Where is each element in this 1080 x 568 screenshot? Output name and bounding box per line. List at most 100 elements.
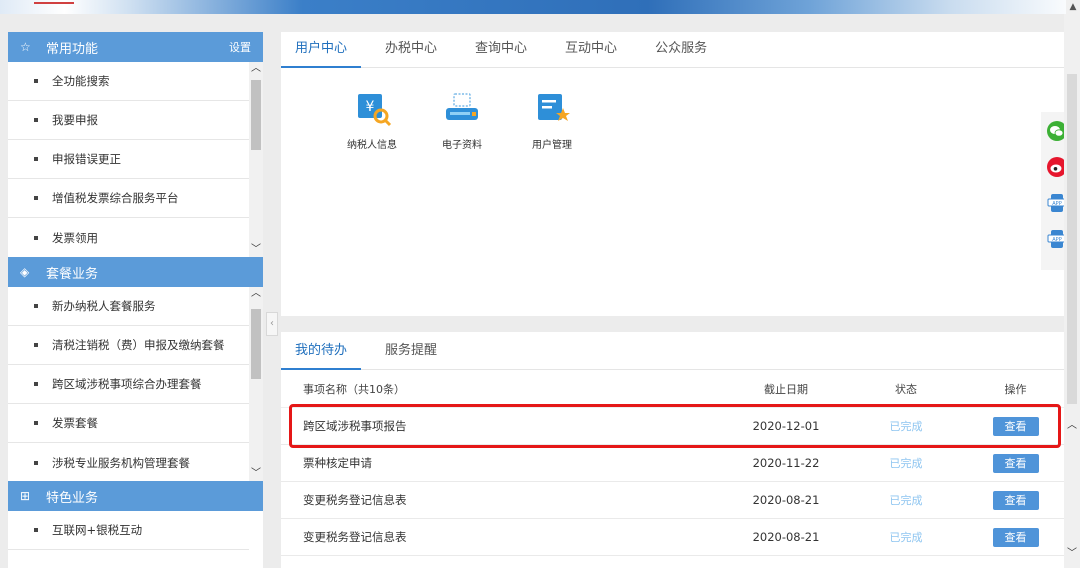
svg-text:¥: ¥ [366,99,375,115]
main-tabs: 用户中心 办税中心 查询中心 互动中心 公众服务 [281,32,1070,68]
row-name: 跨区域涉税事项报告 [303,419,407,433]
status-badge: 已完成 [889,494,923,507]
column-header-op: 操作 [1004,382,1027,396]
sidebar-item[interactable]: 清税注销税（费）申报及缴纳套餐 [8,326,249,365]
sidebar-group-package[interactable]: ◈ 套餐业务 [8,257,263,287]
star-icon: ☆ [20,40,31,54]
view-button[interactable]: 查看 [992,527,1039,547]
app-user-management[interactable]: 用户管理 [507,86,597,151]
settings-link[interactable]: 设置 [229,39,251,55]
sidebar-item-label: 申报错误更正 [52,152,121,166]
bullet-icon [34,460,38,465]
sidebar-item[interactable]: 增值税发票综合服务平台 [8,179,249,218]
tab-my-todo[interactable]: 我的待办 [281,332,362,370]
sidebar-item-label: 增值税发票综合服务平台 [52,191,179,205]
row-op: 查看 [961,527,1070,547]
bullet-icon [34,118,38,122]
sidebar-item[interactable]: 全功能搜索 [8,62,249,101]
sidebar-group-common[interactable]: ☆ 常用功能 设置 [8,32,263,62]
bullet-icon [34,79,38,83]
top-banner: ▲ [0,0,1080,14]
view-button[interactable]: 查看 [992,416,1039,436]
table-row[interactable]: 变更税务登记信息表 2020-08-21 已完成 查看 [281,519,1070,556]
view-button[interactable]: 查看 [992,453,1039,473]
sidebar-item[interactable]: 申报错误更正 [8,140,249,179]
sidebar-item[interactable]: 发票套餐 [8,404,249,443]
scrollbar-thumb[interactable] [1067,74,1077,404]
sidebar-collapse-button[interactable]: ‹ [266,312,278,336]
row-op: 查看 [961,416,1070,436]
sidebar-group-title: 特色业务 [46,490,99,506]
sidebar-item[interactable]: 我要申报 [8,101,249,140]
table-row[interactable]: 票种核定申请 2020-11-22 已完成 查看 [281,445,1070,482]
sidebar-group-title: 套餐业务 [46,266,99,282]
app-label: 电子资料 [442,140,482,151]
bullet-icon [34,421,38,425]
site-logo [34,0,74,4]
chevron-up-icon[interactable]: ︿ [249,62,263,76]
column-header-date: 截止日期 [764,382,808,396]
tab-tax-center[interactable]: 办税中心 [371,32,451,68]
sidebar-item[interactable]: 新办纳税人套餐服务 [8,287,249,326]
sidebar-item-label: 清税注销税（费）申报及缴纳套餐 [52,338,225,352]
row-name: 票种核定申请 [303,456,372,470]
table-header: 事项名称（共10条） 截止日期 状态 操作 [281,370,1070,408]
row-date: 2020-08-21 [752,530,820,544]
sidebar-item[interactable]: 跨区域涉税事项综合办理套餐 [8,365,249,404]
row-date: 2020-08-21 [752,493,820,507]
bullet-icon [34,343,38,347]
tab-public-service[interactable]: 公众服务 [641,32,721,68]
row-date: 2020-11-22 [752,456,820,470]
sidebar-scrollbar[interactable]: ︿ ﹀ [249,62,263,257]
row-name: 变更税务登记信息表 [303,493,407,507]
app-grid: ¥ 纳税人信息 电子资料 用户管理 [281,68,1070,151]
row-op: 查看 [961,453,1070,473]
page-scrollbar[interactable]: ︿ ﹀ [1064,14,1080,568]
tab-service-reminder[interactable]: 服务提醒 [371,332,451,370]
view-button[interactable]: 查看 [992,490,1039,510]
sidebar-item-label: 互联网+银税互动 [52,523,143,537]
layers-icon: ◈ [20,265,30,279]
sidebar-group-title: 常用功能 [46,41,99,57]
sidebar-group-list: 新办纳税人套餐服务 清税注销税（费）申报及缴纳套餐 跨区域涉税事项综合办理套餐 … [8,287,263,481]
chevron-up-icon[interactable]: ︿ [249,287,263,301]
todo-tabs: 我的待办 服务提醒 [281,332,1070,370]
svg-text:APP: APP [1052,237,1061,243]
sidebar-scrollbar[interactable]: ︿ ﹀ [249,287,263,481]
table-row[interactable]: 跨区域涉税事项报告 2020-12-01 已完成 查看 [281,408,1070,445]
bullet-icon [34,235,38,240]
sidebar-group-list: 全功能搜索 我要申报 申报错误更正 增值税发票综合服务平台 发票领用 ︿ ﹀ [8,62,263,257]
sidebar-item[interactable]: 涉税专业服务机构管理套餐 [8,443,249,482]
chevron-down-icon[interactable]: ﹀ [1064,546,1080,562]
sidebar-item-label: 全功能搜索 [52,74,110,88]
sidebar-group-featured[interactable]: ⊞ 特色业务 [8,481,263,511]
sidebar-item-label: 跨区域涉税事项综合办理套餐 [52,377,202,391]
tab-interaction-center[interactable]: 互动中心 [551,32,631,68]
sidebar-item-label: 涉税专业服务机构管理套餐 [52,455,190,470]
page-scroll-up-arrow[interactable]: ▲ [1066,0,1080,14]
todo-panel: 我的待办 服务提醒 事项名称（共10条） 截止日期 状态 操作 跨区域涉税事项报… [281,332,1070,568]
table-row[interactable]: 变更税务登记信息表 2020-08-21 已完成 查看 [281,482,1070,519]
scrollbar-thumb[interactable] [251,309,261,379]
app-electronic-docs[interactable]: 电子资料 [417,86,507,151]
status-badge: 已完成 [889,531,923,544]
sidebar-item-label: 发票领用 [52,230,98,245]
svg-text:APP: APP [1052,201,1061,207]
sidebar-item[interactable]: 互联网+银税互动 [8,511,249,550]
tab-query-center[interactable]: 查询中心 [461,32,541,68]
scrollbar-thumb[interactable] [251,80,261,150]
tab-user-center[interactable]: 用户中心 [281,32,362,68]
sidebar: ☆ 常用功能 设置 全功能搜索 我要申报 申报错误更正 增值税发票综合服务平台 … [8,32,263,568]
bullet-icon [34,157,38,161]
bullet-icon [34,528,38,532]
status-badge: 已完成 [889,457,923,470]
chevron-down-icon[interactable]: ﹀ [249,467,263,481]
sidebar-item[interactable]: 发票领用 [8,218,249,257]
sidebar-item-label: 我要申报 [52,113,98,127]
app-taxpayer-info[interactable]: ¥ 纳税人信息 [327,86,417,151]
electronic-docs-icon [446,93,478,120]
chevron-up-icon[interactable]: ︿ [1064,418,1080,434]
user-management-icon [538,94,570,121]
row-op: 查看 [961,490,1070,510]
chevron-down-icon[interactable]: ﹀ [249,243,263,257]
